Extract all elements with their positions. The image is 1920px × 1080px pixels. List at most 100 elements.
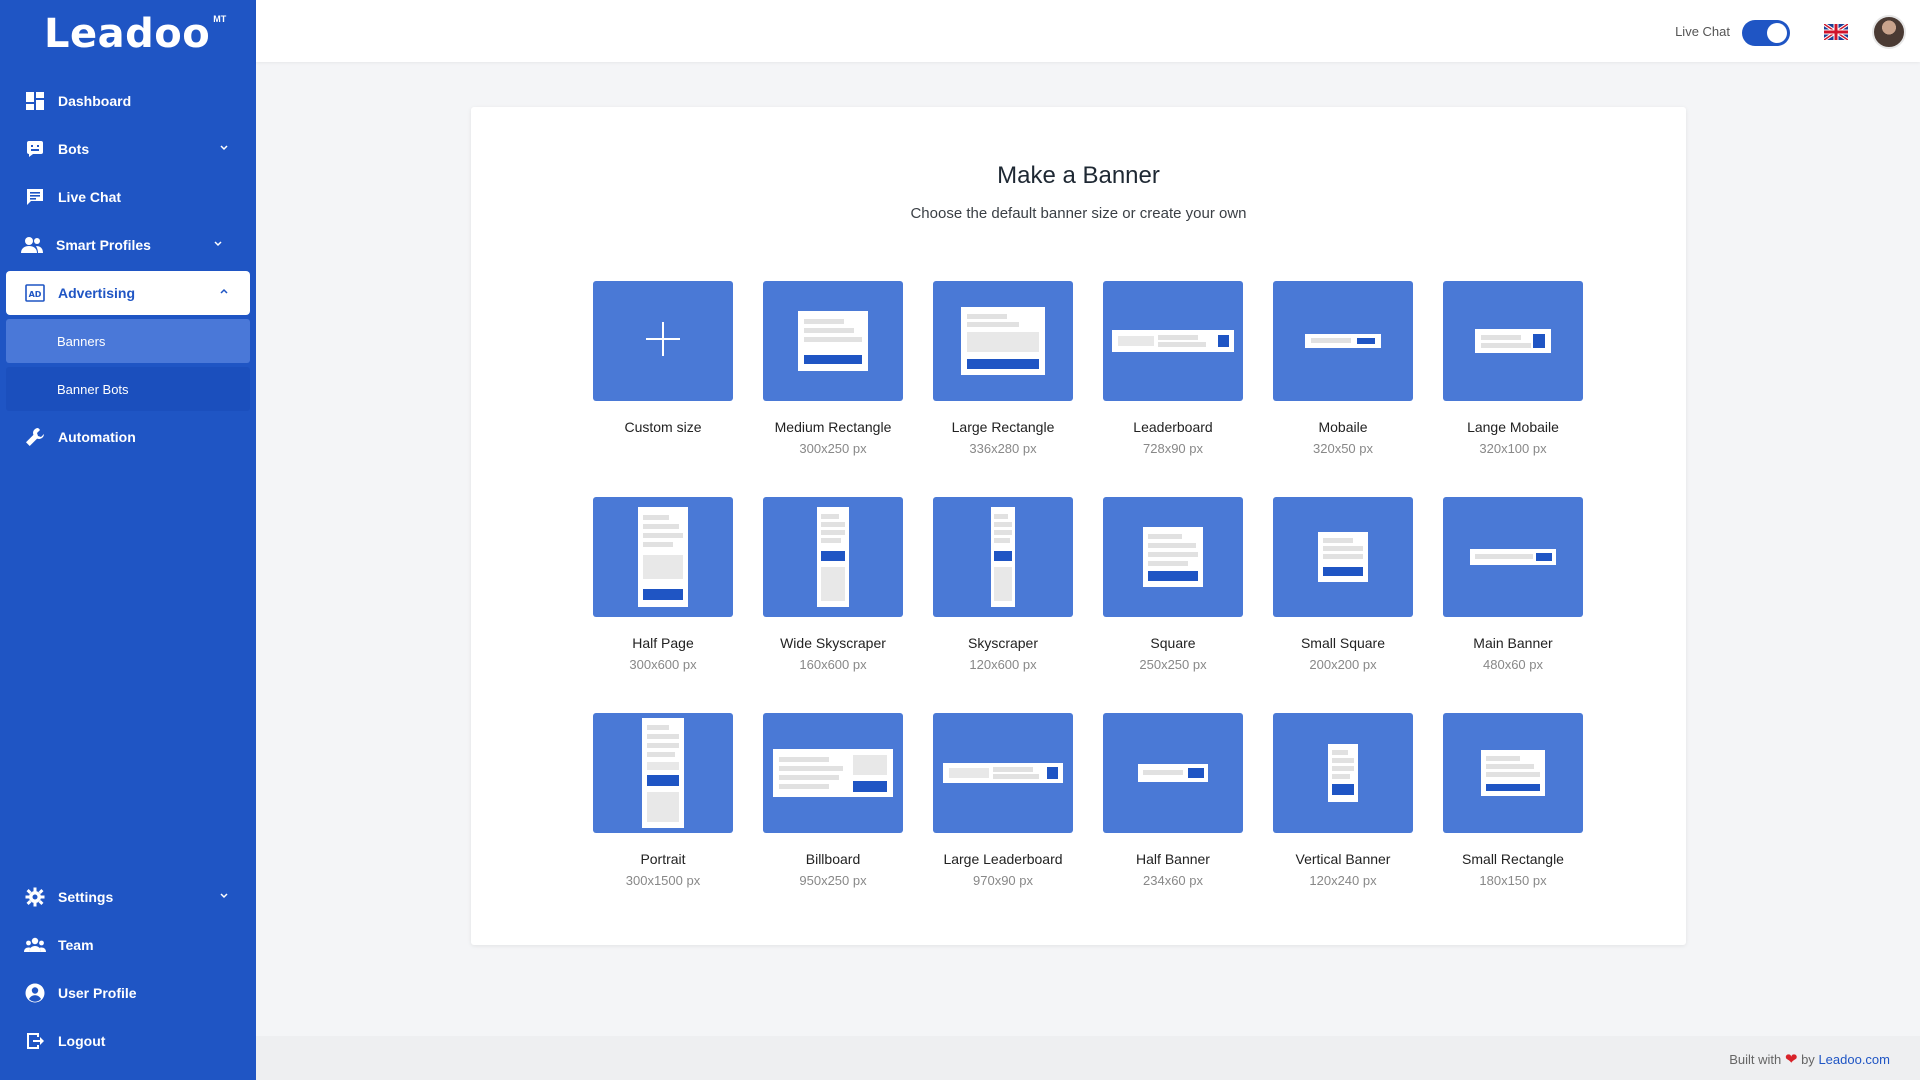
sidebar-item-live-chat[interactable]: Live Chat bbox=[6, 175, 250, 219]
avatar[interactable] bbox=[1872, 15, 1906, 49]
sidebar: Leadoo MT Dashboard Bots Live Chat Smart… bbox=[0, 0, 256, 1080]
footer-built-with: Built with bbox=[1729, 1052, 1782, 1067]
tile-thumbnail bbox=[1443, 713, 1583, 833]
sidebar-item-label: Smart Profiles bbox=[56, 237, 151, 253]
tile-large-rectangle[interactable]: Large Rectangle 336x280 px bbox=[933, 281, 1073, 461]
banner-preview bbox=[817, 507, 849, 607]
tile-custom-size[interactable]: Custom size bbox=[593, 281, 733, 461]
sidebar-item-logout[interactable]: Logout bbox=[6, 1019, 250, 1063]
page-title: Make a Banner bbox=[997, 162, 1160, 189]
tile-skyscraper[interactable]: Skyscraper 120x600 px bbox=[933, 497, 1073, 677]
chevron-up-icon bbox=[218, 285, 230, 301]
banner-preview bbox=[642, 718, 684, 828]
live-chat-toggle[interactable] bbox=[1742, 20, 1790, 46]
bot-icon bbox=[24, 138, 46, 160]
tile-size: 970x90 px bbox=[973, 873, 1033, 888]
banner-preview bbox=[1481, 750, 1545, 796]
tile-size: 180x150 px bbox=[1479, 873, 1547, 888]
top-bar: Live Chat bbox=[256, 0, 1920, 62]
tile-half-banner[interactable]: Half Banner 234x60 px bbox=[1103, 713, 1243, 893]
plus-icon bbox=[646, 321, 680, 361]
banner-size-grid: Custom size Medium Rectangle 300x250 px … bbox=[593, 281, 1593, 893]
logo-text: Leadoo bbox=[44, 11, 211, 57]
tile-square[interactable]: Square 250x250 px bbox=[1103, 497, 1243, 677]
tile-thumbnail bbox=[1443, 497, 1583, 617]
tile-thumbnail bbox=[1443, 281, 1583, 401]
sidebar-item-label: Logout bbox=[58, 1033, 106, 1049]
sidebar-item-smart-profiles[interactable]: Smart Profiles bbox=[6, 223, 250, 267]
sidebar-item-label: Live Chat bbox=[58, 189, 122, 205]
banner-preview bbox=[1318, 532, 1368, 582]
banner-preview bbox=[1305, 334, 1381, 348]
tile-size: 200x200 px bbox=[1309, 657, 1377, 672]
sidebar-item-label: Settings bbox=[58, 889, 114, 905]
tile-size: 250x250 px bbox=[1139, 657, 1207, 672]
sidebar-item-team[interactable]: Team bbox=[6, 923, 250, 967]
sidebar-bottom-nav: Settings Team User Profile Logout bbox=[0, 875, 256, 1067]
tile-thumbnail bbox=[1103, 281, 1243, 401]
tile-name: Lange Mobaile bbox=[1467, 419, 1559, 435]
tile-vertical-banner[interactable]: Vertical Banner 120x240 px bbox=[1273, 713, 1413, 893]
tile-thumbnail bbox=[1103, 713, 1243, 833]
leadoo-link[interactable]: Leadoo.com bbox=[1818, 1052, 1890, 1067]
footer-credit: Built with ❤ by Leadoo.com bbox=[1729, 1050, 1890, 1068]
sidebar-item-label: Advertising bbox=[58, 285, 136, 301]
banner-preview bbox=[773, 749, 893, 797]
sidebar-item-automation[interactable]: Automation bbox=[6, 415, 250, 459]
tile-size: 336x280 px bbox=[969, 441, 1037, 456]
tile-medium-rectangle[interactable]: Medium Rectangle 300x250 px bbox=[763, 281, 903, 461]
tile-size: 480x60 px bbox=[1483, 657, 1543, 672]
tile-name: Half Page bbox=[632, 635, 694, 651]
tile-name: Wide Skyscraper bbox=[780, 635, 886, 651]
tile-size: 160x600 px bbox=[799, 657, 867, 672]
tile-leaderboard[interactable]: Leaderboard 728x90 px bbox=[1103, 281, 1243, 461]
sidebar-subitem-banners[interactable]: Banners bbox=[6, 319, 250, 363]
tile-mobaile[interactable]: Mobaile 320x50 px bbox=[1273, 281, 1413, 461]
heart-icon: ❤ bbox=[1784, 1051, 1798, 1068]
svg-text:AD: AD bbox=[29, 290, 42, 299]
tile-large-leaderboard[interactable]: Large Leaderboard 970x90 px bbox=[933, 713, 1073, 893]
footer-by: by bbox=[1801, 1052, 1815, 1067]
tile-lange-mobaile[interactable]: Lange Mobaile 320x100 px bbox=[1443, 281, 1583, 461]
sidebar-item-dashboard[interactable]: Dashboard bbox=[6, 79, 250, 123]
make-banner-card: Make a Banner Choose the default banner … bbox=[471, 107, 1686, 945]
tile-thumbnail bbox=[763, 713, 903, 833]
tile-size: 728x90 px bbox=[1143, 441, 1203, 456]
ad-icon: AD bbox=[24, 282, 46, 304]
tile-size: 120x240 px bbox=[1309, 873, 1377, 888]
tile-name: Square bbox=[1150, 635, 1196, 651]
tile-billboard[interactable]: Billboard 950x250 px bbox=[763, 713, 903, 893]
tile-portrait[interactable]: Portrait 300x1500 px bbox=[593, 713, 733, 893]
tile-thumbnail bbox=[1103, 497, 1243, 617]
tile-size: 320x50 px bbox=[1313, 441, 1373, 456]
sidebar-item-user-profile[interactable]: User Profile bbox=[6, 971, 250, 1015]
tile-small-square[interactable]: Small Square 200x200 px bbox=[1273, 497, 1413, 677]
toggle-knob bbox=[1767, 23, 1787, 43]
tile-wide-skyscraper[interactable]: Wide Skyscraper 160x600 px bbox=[763, 497, 903, 677]
banner-preview bbox=[1138, 764, 1208, 782]
tile-name: Portrait bbox=[640, 851, 686, 867]
uk-flag-icon[interactable] bbox=[1823, 22, 1849, 42]
tile-small-rectangle[interactable]: Small Rectangle 180x150 px bbox=[1443, 713, 1583, 893]
tile-half-page[interactable]: Half Page 300x600 px bbox=[593, 497, 733, 677]
tile-size: 120x600 px bbox=[969, 657, 1037, 672]
sidebar-item-label: Dashboard bbox=[58, 93, 132, 109]
banner-preview bbox=[961, 307, 1045, 375]
footer: Built with ❤ by Leadoo.com bbox=[256, 1036, 1920, 1080]
banner-preview bbox=[798, 311, 868, 371]
tile-name: Leaderboard bbox=[1133, 419, 1213, 435]
sidebar-item-settings[interactable]: Settings bbox=[6, 875, 250, 919]
tile-size: 300x600 px bbox=[629, 657, 697, 672]
tile-main-banner[interactable]: Main Banner 480x60 px bbox=[1443, 497, 1583, 677]
page-subtitle: Choose the default banner size or create… bbox=[910, 205, 1247, 222]
chevron-down-icon bbox=[218, 889, 230, 905]
banner-preview bbox=[1475, 329, 1551, 353]
sidebar-subitem-banner-bots[interactable]: Banner Bots bbox=[6, 367, 250, 411]
leadoo-logo[interactable]: Leadoo MT bbox=[44, 10, 226, 58]
team-icon bbox=[24, 934, 46, 956]
sidebar-item-bots[interactable]: Bots bbox=[6, 127, 250, 171]
tile-name: Custom size bbox=[624, 419, 702, 435]
tile-thumbnail bbox=[933, 497, 1073, 617]
banner-preview bbox=[1112, 330, 1234, 352]
sidebar-item-advertising[interactable]: AD Advertising bbox=[6, 271, 250, 315]
